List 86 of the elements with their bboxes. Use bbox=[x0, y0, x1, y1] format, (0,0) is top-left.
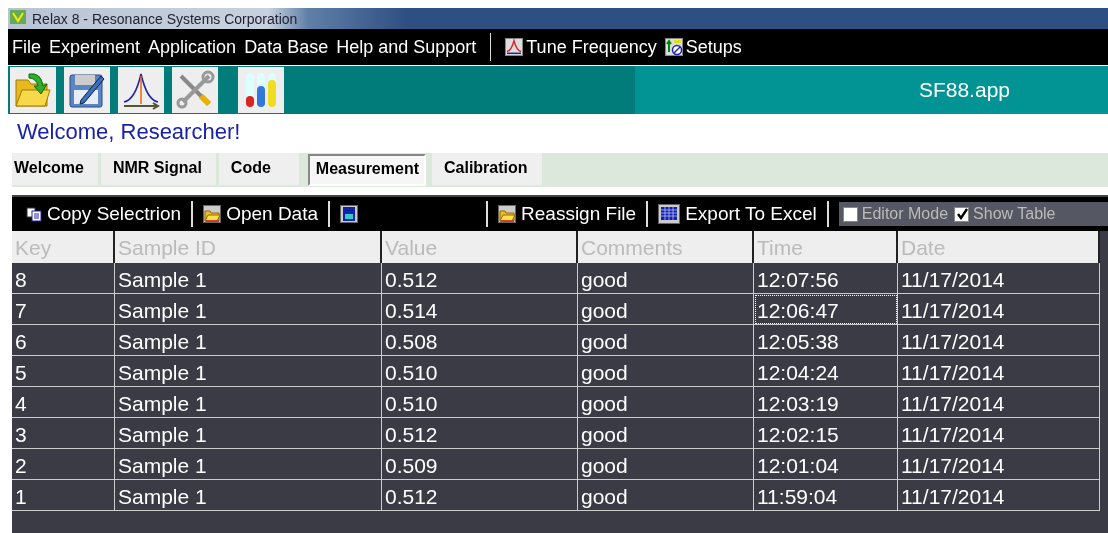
tab[interactable]: Welcome bbox=[12, 153, 101, 185]
tools-icon bbox=[175, 70, 215, 110]
table-cell[interactable]: Sample 1 bbox=[115, 387, 382, 418]
checkbox-label: Show Table bbox=[973, 205, 1056, 223]
toolbar-button[interactable]: Export To Excel bbox=[652, 203, 823, 225]
menu-item[interactable]: Data Base bbox=[240, 36, 333, 58]
menu-button[interactable]: Setups bbox=[660, 36, 746, 58]
folder-icon bbox=[498, 205, 517, 223]
table-cell[interactable]: 0.512 bbox=[382, 480, 578, 511]
tab[interactable]: NMR Signal bbox=[100, 153, 219, 185]
checkbox[interactable] bbox=[842, 206, 858, 222]
peak-curve-icon bbox=[505, 38, 524, 56]
table-cell[interactable]: 8 bbox=[12, 263, 115, 294]
table-cell[interactable]: 4 bbox=[12, 387, 115, 418]
table-cell[interactable]: 0.514 bbox=[382, 294, 578, 325]
menu-item[interactable]: File bbox=[8, 36, 45, 58]
table-cell[interactable]: 11/17/2014 bbox=[898, 480, 1100, 511]
table-cell[interactable]: 6 bbox=[12, 325, 115, 356]
checkbox-option[interactable]: Show Table bbox=[954, 205, 1056, 223]
settings-icon bbox=[664, 38, 683, 56]
copy-icon bbox=[26, 206, 42, 222]
table-cell[interactable]: 12:06:47 bbox=[754, 294, 898, 325]
table-cell[interactable]: 12:03:19 bbox=[754, 387, 898, 418]
table-cell[interactable]: 12:04:24 bbox=[754, 356, 898, 387]
table-cell[interactable]: good bbox=[578, 387, 754, 418]
window-title: Relax 8 - Resonance Systems Corporation bbox=[32, 10, 298, 27]
table-cell[interactable]: good bbox=[578, 325, 754, 356]
table-cell[interactable]: 11/17/2014 bbox=[898, 325, 1100, 356]
toolbar-button[interactable]: Reassign File bbox=[492, 203, 643, 225]
toolbar-button[interactable]: Copy Selectrion bbox=[20, 203, 188, 225]
table-cell[interactable]: Sample 1 bbox=[115, 294, 382, 325]
file-name: SF88.app bbox=[918, 78, 1010, 102]
table-cell[interactable]: good bbox=[578, 294, 754, 325]
table-cell[interactable]: 12:01:04 bbox=[754, 449, 898, 480]
table-cell[interactable]: 0.510 bbox=[382, 387, 578, 418]
table-cell[interactable]: good bbox=[578, 418, 754, 449]
table-cell[interactable]: 11/17/2014 bbox=[898, 418, 1100, 449]
table-cell[interactable]: 0.508 bbox=[382, 325, 578, 356]
table-cell[interactable]: good bbox=[578, 263, 754, 294]
toolbar-button[interactable] bbox=[238, 67, 284, 113]
table-cell[interactable]: Sample 1 bbox=[115, 356, 382, 387]
table-cell[interactable]: 7 bbox=[12, 294, 115, 325]
table-cell[interactable]: 11/17/2014 bbox=[898, 387, 1100, 418]
table-cell[interactable]: 11/17/2014 bbox=[898, 449, 1100, 480]
folder-icon bbox=[203, 205, 222, 223]
table-cell[interactable]: 1 bbox=[12, 480, 115, 511]
table-cell[interactable]: Sample 1 bbox=[115, 449, 382, 480]
toolbar-button[interactable] bbox=[118, 67, 164, 113]
toolbar-button[interactable]: Open Data bbox=[197, 203, 325, 225]
table-cell[interactable]: Sample 1 bbox=[115, 418, 382, 449]
table-cell[interactable]: 12:05:38 bbox=[754, 325, 898, 356]
menu-item[interactable]: Help and Support bbox=[332, 36, 481, 58]
table-cell[interactable]: good bbox=[578, 449, 754, 480]
menu-item[interactable]: Application bbox=[144, 36, 241, 58]
checkbox-label: Editor Mode bbox=[861, 205, 949, 223]
table-cell[interactable]: 11/17/2014 bbox=[898, 356, 1100, 387]
table-cell[interactable]: 0.510 bbox=[382, 356, 578, 387]
tab[interactable]: Calibration bbox=[432, 153, 545, 185]
table-cell[interactable]: 12:07:56 bbox=[754, 263, 898, 294]
table-cell[interactable]: 12:02:15 bbox=[754, 418, 898, 449]
table-cell[interactable]: 11:59:04 bbox=[754, 480, 898, 511]
table-cell[interactable]: 0.512 bbox=[382, 418, 578, 449]
table-cell[interactable]: 0.509 bbox=[382, 449, 578, 480]
menu-button[interactable]: Tune Frequency bbox=[501, 36, 661, 58]
folder-arrow-icon bbox=[13, 70, 53, 110]
check-icon bbox=[955, 208, 968, 220]
table-cell[interactable]: good bbox=[578, 480, 754, 511]
table-cell[interactable]: Sample 1 bbox=[115, 325, 382, 356]
floppy-disk-icon bbox=[340, 205, 359, 223]
toolbar-button[interactable] bbox=[64, 67, 110, 113]
menu-item[interactable]: Experiment bbox=[45, 36, 145, 58]
table-cell[interactable]: Sample 1 bbox=[115, 263, 382, 294]
table-cell[interactable]: 11/17/2014 bbox=[898, 294, 1100, 325]
table-cell[interactable]: 5 bbox=[12, 356, 115, 387]
tab[interactable]: Measurement bbox=[307, 154, 426, 186]
checkbox-option[interactable]: Editor Mode bbox=[842, 205, 949, 223]
spreadsheet-icon bbox=[658, 204, 681, 224]
table-cell[interactable]: good bbox=[578, 356, 754, 387]
app-icon bbox=[10, 9, 26, 24]
tab[interactable]: Code bbox=[218, 153, 302, 185]
table-cell[interactable]: 3 bbox=[12, 418, 115, 449]
checkbox[interactable] bbox=[954, 206, 970, 222]
table-cell[interactable]: 0.512 bbox=[382, 263, 578, 294]
table-cell[interactable]: 11/17/2014 bbox=[898, 263, 1100, 294]
table-cell[interactable]: Sample 1 bbox=[115, 480, 382, 511]
table-cell[interactable]: 2 bbox=[12, 449, 115, 480]
